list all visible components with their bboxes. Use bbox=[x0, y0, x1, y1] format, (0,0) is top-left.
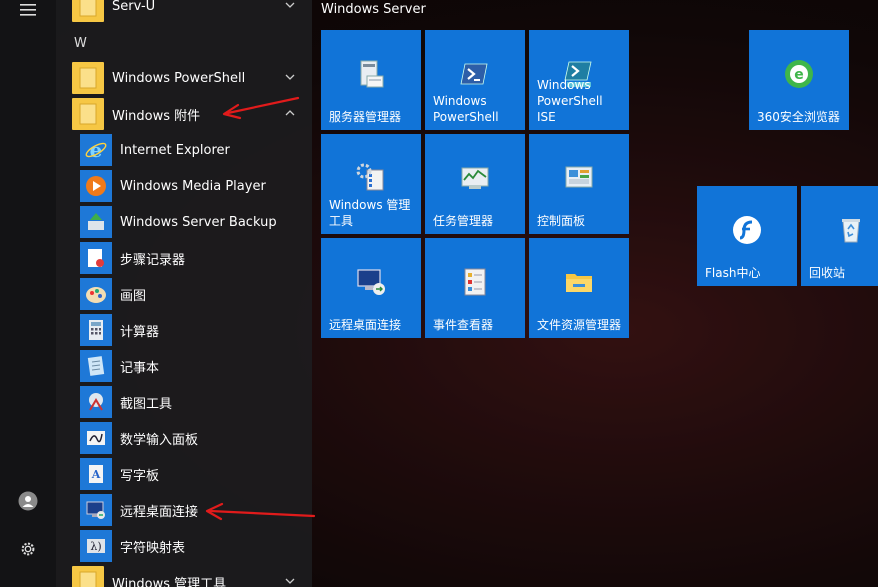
tile-label: Windows PowerShell ISE bbox=[537, 78, 603, 124]
tile-label: 任务管理器 bbox=[433, 214, 494, 228]
ie-icon: e bbox=[80, 134, 112, 166]
backup-icon bbox=[80, 206, 112, 238]
math-input-icon bbox=[80, 422, 112, 454]
app-label: 画图 bbox=[120, 288, 147, 304]
folder-label: Windows 管理工具 bbox=[112, 576, 227, 587]
app-label: Windows Server Backup bbox=[120, 214, 277, 230]
app-label: Windows Media Player bbox=[120, 178, 266, 194]
app-steps-recorder[interactable]: 步骤记录器 bbox=[80, 240, 304, 276]
flash-icon bbox=[733, 216, 761, 244]
app-label: 写字板 bbox=[120, 468, 160, 484]
powershell-icon bbox=[460, 63, 488, 85]
folder-serv-u[interactable]: Serv-U bbox=[72, 0, 304, 24]
app-list: W Serv-U Windows PowerShell Windows 附件 e… bbox=[56, 0, 312, 587]
tile-label: 事件查看器 bbox=[433, 318, 494, 332]
media-player-icon bbox=[80, 170, 112, 202]
recycle-bin-icon bbox=[842, 219, 860, 243]
tile-event-viewer[interactable]: 事件查看器 bbox=[425, 238, 525, 338]
app-math-input-panel[interactable]: 数学输入面板 bbox=[80, 420, 304, 456]
remote-desktop-icon bbox=[80, 494, 112, 526]
svg-text:A: A bbox=[91, 468, 101, 481]
tile-label: Windows PowerShell bbox=[433, 94, 499, 124]
admin-tools-icon bbox=[356, 163, 384, 191]
charmap-icon: λ) bbox=[80, 530, 112, 562]
app-character-map[interactable]: λ) 字符映射表 bbox=[80, 528, 304, 564]
app-label: Internet Explorer bbox=[120, 142, 230, 158]
app-remote-desktop[interactable]: 远程桌面连接 bbox=[80, 492, 304, 528]
remote-desktop-icon bbox=[357, 269, 385, 295]
start-rail bbox=[0, 0, 56, 587]
notepad-icon bbox=[80, 350, 112, 382]
tile-label: 回收站 bbox=[809, 266, 846, 280]
tile-recycle-bin[interactable]: 回收站 bbox=[801, 186, 878, 286]
app-label: 步骤记录器 bbox=[120, 252, 186, 268]
event-viewer-icon bbox=[464, 268, 486, 296]
control-panel-icon bbox=[565, 166, 593, 188]
folder-icon bbox=[72, 0, 104, 22]
folder-windows-powershell[interactable]: Windows PowerShell bbox=[72, 60, 304, 96]
app-calculator[interactable]: 计算器 bbox=[80, 312, 304, 348]
chevron-down-icon bbox=[285, 74, 295, 80]
app-internet-explorer[interactable]: e Internet Explorer bbox=[80, 132, 304, 168]
app-label: 计算器 bbox=[120, 324, 160, 340]
tile-flash-center[interactable]: Flash中心 bbox=[697, 186, 797, 286]
chevron-down-icon bbox=[285, 578, 295, 584]
app-wordpad[interactable]: A 写字板 bbox=[80, 456, 304, 492]
folder-label: Windows PowerShell bbox=[112, 70, 246, 86]
folder-label: Windows 附件 bbox=[112, 108, 201, 124]
tile-label: Windows 管理工具 bbox=[329, 198, 411, 228]
tile-label: 360安全浏览器 bbox=[757, 110, 840, 124]
snipping-icon bbox=[80, 386, 112, 418]
app-windows-media-player[interactable]: Windows Media Player bbox=[80, 168, 304, 204]
folder-icon bbox=[72, 566, 104, 587]
calculator-icon bbox=[80, 314, 112, 346]
task-manager-icon bbox=[461, 167, 489, 189]
settings-gear-icon[interactable] bbox=[16, 537, 40, 561]
tile-label: 远程桌面连接 bbox=[329, 318, 402, 332]
folder-windows-accessories[interactable]: Windows 附件 bbox=[72, 96, 304, 132]
tile-label: 服务器管理器 bbox=[329, 110, 402, 124]
tile-remote-desktop[interactable]: 远程桌面连接 bbox=[321, 238, 421, 338]
app-paint[interactable]: 画图 bbox=[80, 276, 304, 312]
chevron-down-icon bbox=[285, 2, 295, 8]
tile-label: Flash中心 bbox=[705, 266, 761, 280]
letter-header-w[interactable]: W bbox=[74, 36, 87, 51]
steps-recorder-icon bbox=[80, 242, 112, 274]
user-avatar-icon[interactable] bbox=[16, 489, 40, 513]
app-notepad[interactable]: 记事本 bbox=[80, 348, 304, 384]
app-label: 记事本 bbox=[120, 360, 160, 376]
app-label: 截图工具 bbox=[120, 396, 173, 412]
server-manager-icon bbox=[360, 60, 384, 88]
hamburger-menu-icon[interactable] bbox=[16, 0, 40, 22]
chevron-up-icon bbox=[285, 110, 295, 116]
app-label: 远程桌面连接 bbox=[120, 504, 199, 520]
svg-text:e: e bbox=[794, 67, 804, 83]
tile-server-manager[interactable]: 服务器管理器 bbox=[321, 30, 421, 130]
paint-icon bbox=[80, 278, 112, 310]
tile-windows-powershell-ise[interactable]: Windows PowerShell ISE bbox=[529, 30, 629, 130]
svg-text:λ): λ) bbox=[90, 540, 101, 553]
tile-label: 文件资源管理器 bbox=[537, 318, 622, 332]
tile-windows-powershell[interactable]: Windows PowerShell bbox=[425, 30, 525, 130]
folder-icon bbox=[72, 98, 104, 130]
folder-windows-admin-tools[interactable]: Windows 管理工具 bbox=[72, 564, 304, 587]
app-windows-server-backup[interactable]: Windows Server Backup bbox=[80, 204, 304, 240]
wordpad-icon: A bbox=[80, 458, 112, 490]
app-label: 字符映射表 bbox=[120, 540, 186, 556]
tile-windows-admin-tools[interactable]: Windows 管理工具 bbox=[321, 134, 421, 234]
tile-group-title: Windows Server bbox=[321, 2, 426, 17]
app-label: 数学输入面板 bbox=[120, 432, 199, 448]
tile-label: 控制面板 bbox=[537, 214, 586, 228]
tile-file-explorer[interactable]: 文件资源管理器 bbox=[529, 238, 629, 338]
tile-control-panel[interactable]: 控制面板 bbox=[529, 134, 629, 234]
folder-icon bbox=[72, 62, 104, 94]
browser-360-icon: e bbox=[785, 60, 813, 88]
svg-text:e: e bbox=[90, 138, 103, 162]
app-snipping-tool[interactable]: 截图工具 bbox=[80, 384, 304, 420]
tile-360-browser[interactable]: e 360安全浏览器 bbox=[749, 30, 849, 130]
tile-task-manager[interactable]: 任务管理器 bbox=[425, 134, 525, 234]
file-explorer-icon bbox=[566, 274, 592, 292]
folder-label: Serv-U bbox=[112, 0, 156, 14]
